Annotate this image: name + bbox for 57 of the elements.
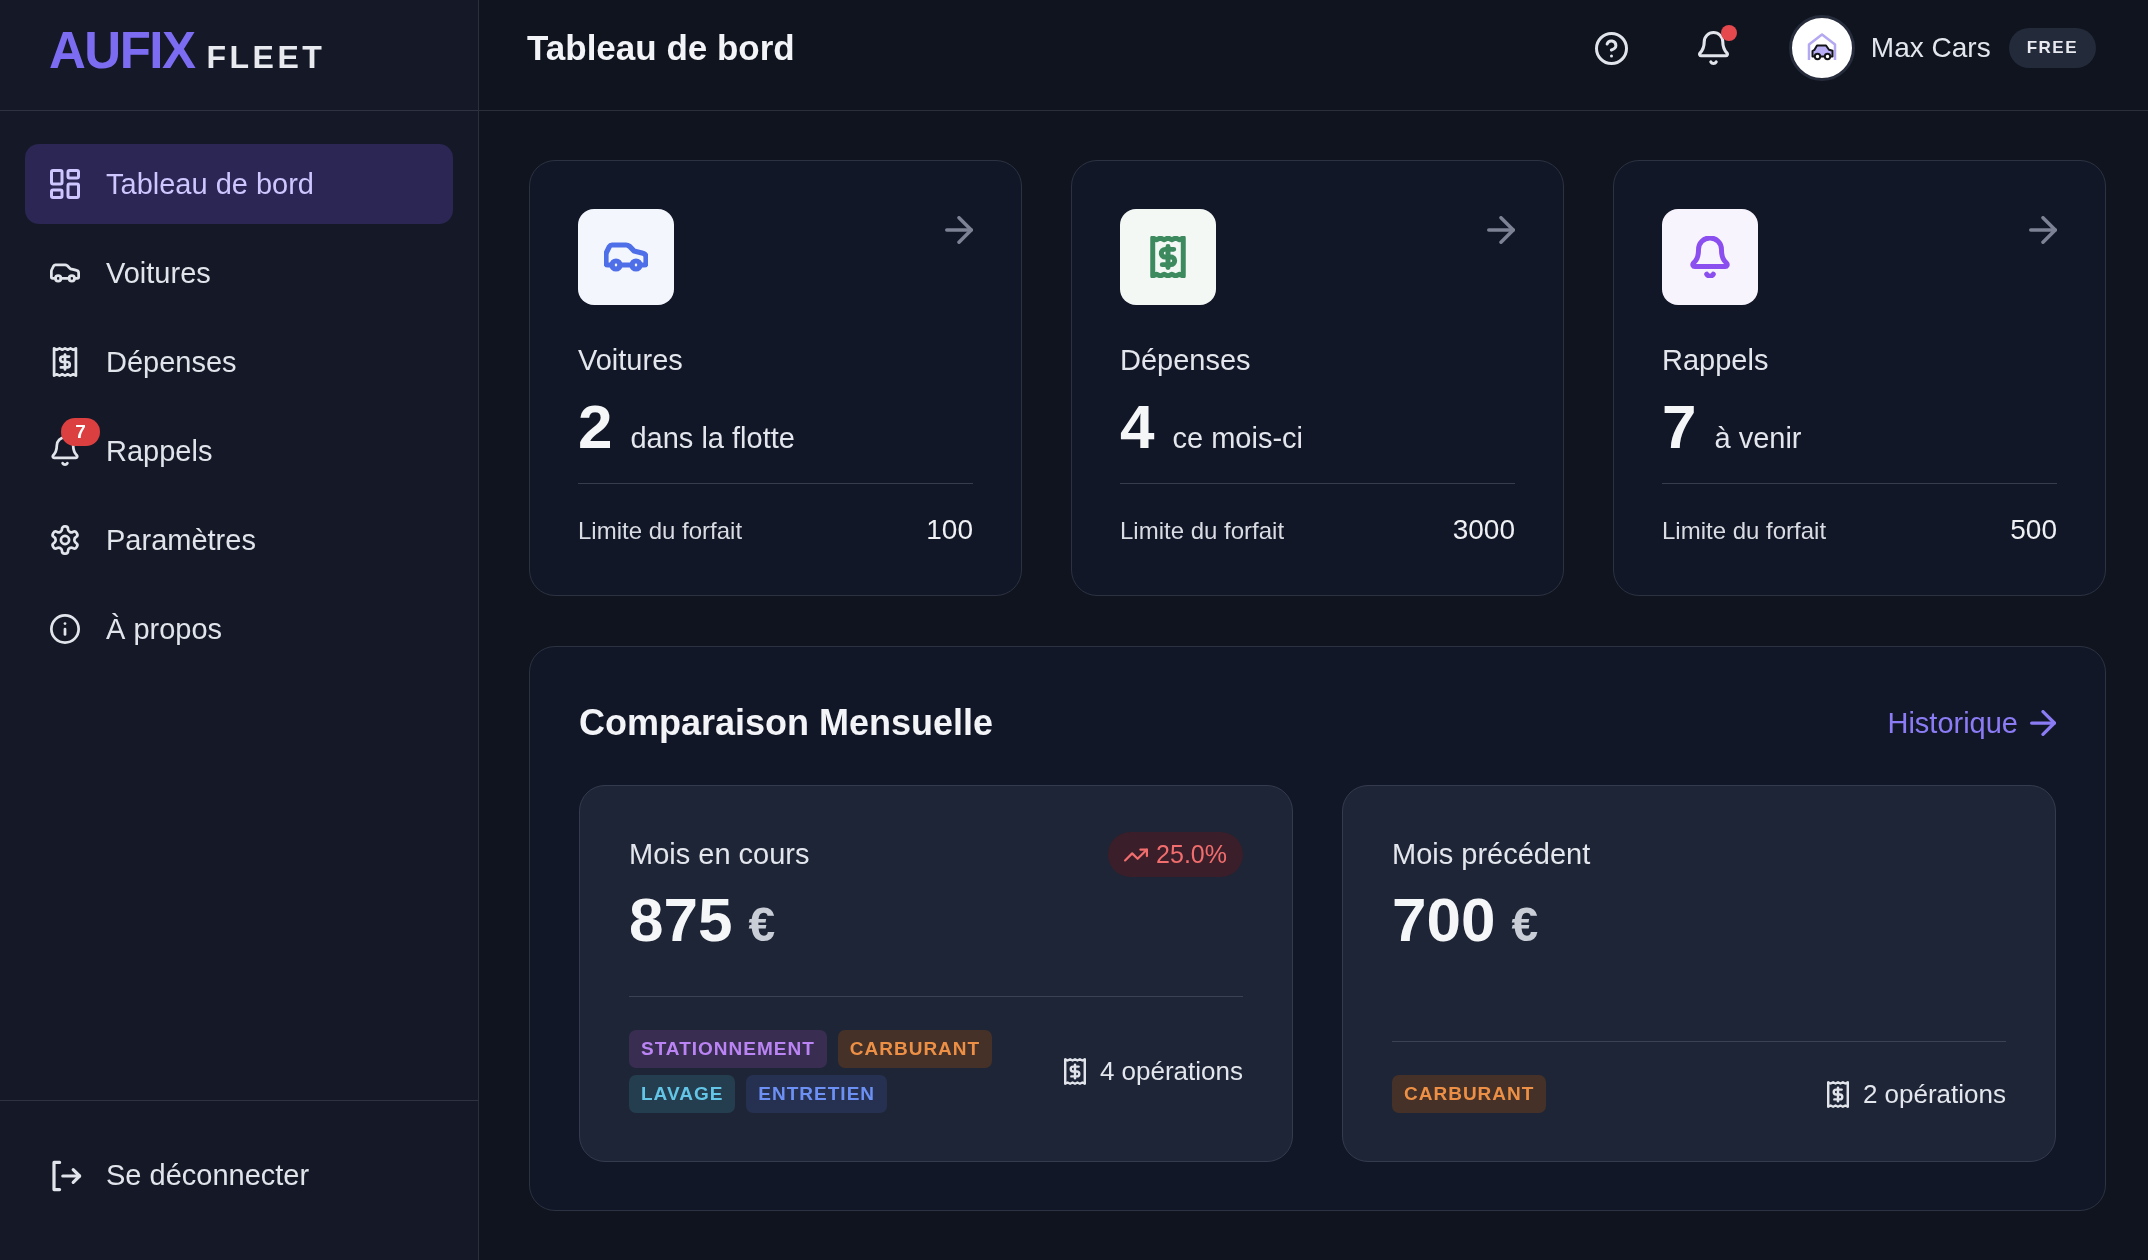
nav-item[interactable]: Tableau de bord [25, 144, 453, 224]
count-badge: 7 [61, 418, 100, 446]
month-label: Mois précédent [1392, 838, 1591, 872]
category-tag: CARBURANT [1392, 1075, 1547, 1114]
month-label: Mois en cours [629, 838, 810, 872]
bell-icon [50, 436, 80, 466]
currency-symbol: € [1511, 897, 1539, 953]
stat-value: 4 [1120, 394, 1155, 460]
operation-count: 2 opérations [1862, 1078, 2006, 1110]
limit-label: Limite du forfait [578, 517, 743, 546]
category-tag: STATIONNEMENT [629, 1030, 827, 1069]
limit-value: 500 [2010, 514, 2057, 547]
limit-value: 3000 [1452, 514, 1515, 547]
stat-value: 7 [1662, 394, 1697, 460]
brand-suffix: FLEET [206, 40, 326, 73]
arrow-right-icon [2030, 710, 2056, 737]
help-icon[interactable] [1594, 31, 1628, 65]
amount-value: 875 [629, 886, 733, 955]
plan-badge: FREE [2008, 28, 2096, 68]
dashboard-grid-icon [50, 169, 80, 199]
settings-icon [50, 525, 80, 555]
amount-value: 700 [1392, 886, 1496, 955]
nav-item[interactable]: Voitures [25, 233, 453, 313]
nav-item[interactable]: 7 Rappels [25, 411, 453, 491]
logout-icon [50, 1159, 82, 1192]
stat-label: Voitures [578, 344, 684, 377]
limit-value: 100 [926, 514, 973, 547]
stat-label: Dépenses [1120, 344, 1252, 377]
nav-item[interactable]: Dépenses [25, 322, 453, 402]
bell-icon[interactable] [1697, 31, 1729, 65]
stat-value: 2 [578, 394, 613, 460]
nav-item[interactable]: À propos [25, 589, 453, 669]
receipt-icon [50, 347, 80, 377]
receipt-icon [1826, 1080, 1849, 1108]
limit-label: Limite du forfait [1120, 517, 1285, 546]
logout-button[interactable]: Se déconnecter [25, 1135, 453, 1216]
stat-label: Rappels [1662, 344, 1770, 377]
info-icon [50, 614, 80, 644]
category-tag: ENTRETIEN [746, 1075, 888, 1114]
currency-symbol: € [748, 897, 776, 953]
house-car-icon[interactable] [1788, 15, 1855, 81]
stat-caption: à venir [1714, 422, 1802, 455]
nav-item[interactable]: Paramètres [25, 500, 453, 580]
stat-caption: dans la flotte [630, 422, 795, 455]
stat-caption: ce mois-ci [1172, 422, 1303, 455]
brand-name: AUFIX [49, 24, 195, 76]
page-title: Tableau de bord [527, 28, 796, 68]
category-tag: LAVAGE [629, 1075, 736, 1114]
trend-up-icon [1124, 847, 1149, 862]
operation-count: 4 opérations [1099, 1056, 1243, 1088]
history-link[interactable]: Historique [1887, 706, 2056, 740]
change-value: 25.0% [1156, 840, 1227, 870]
category-tag: CARBURANT [837, 1030, 993, 1069]
receipt-icon [1063, 1058, 1086, 1086]
limit-label: Limite du forfait [1662, 517, 1827, 546]
user-name: Max Cars [1870, 32, 1991, 64]
section-title: Comparaison Mensuelle [579, 702, 994, 745]
